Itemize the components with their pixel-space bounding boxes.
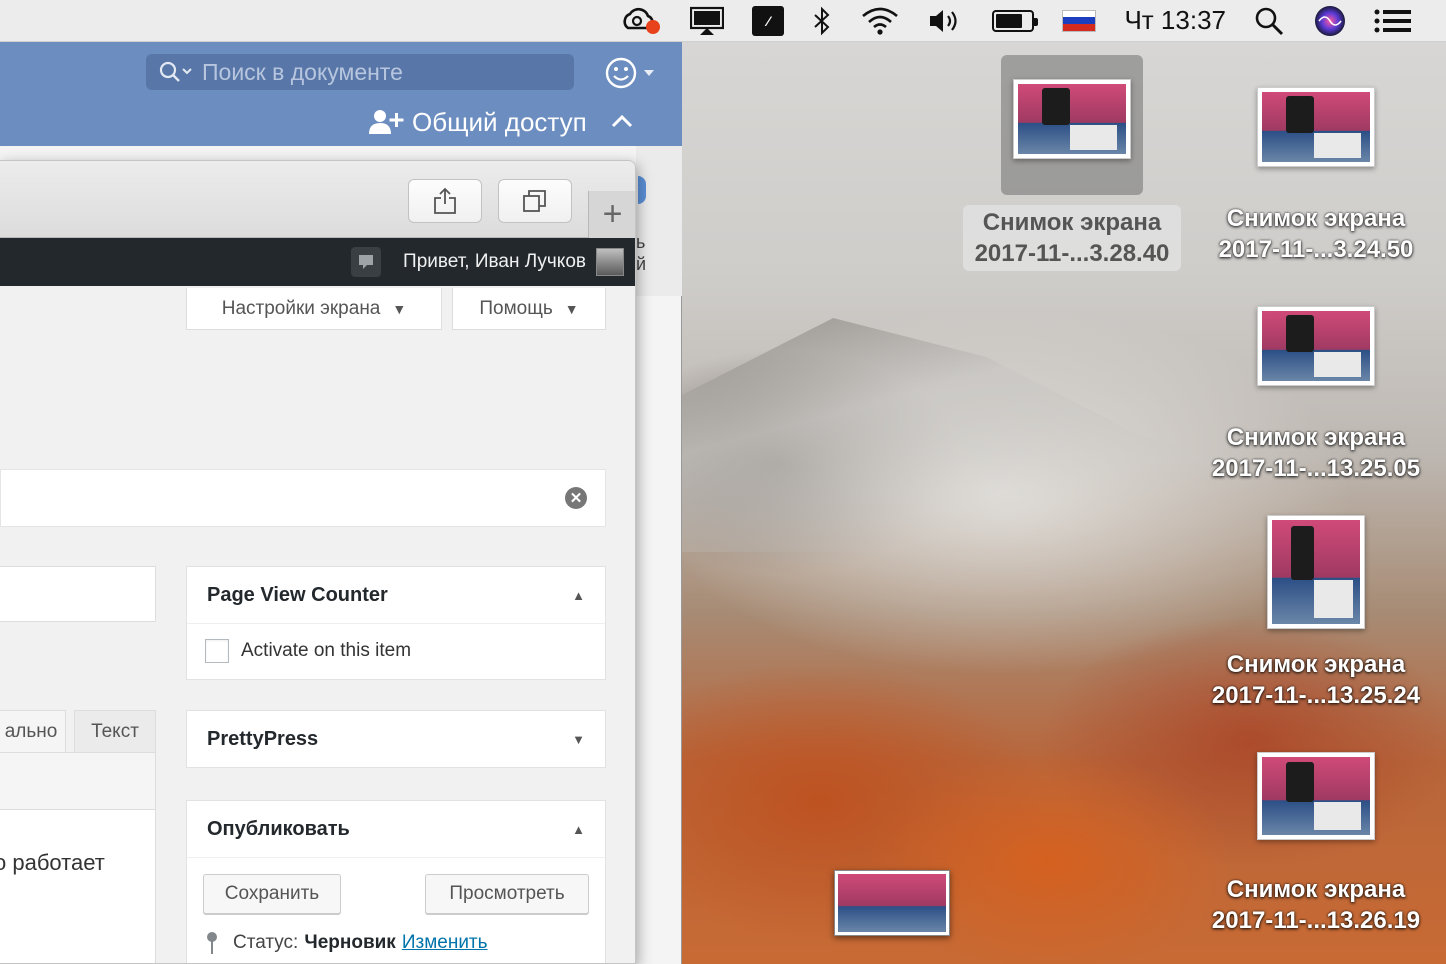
share-icon <box>434 187 456 214</box>
new-tab-button[interactable]: + <box>588 191 635 238</box>
app-icon[interactable]: ⁄ <box>752 0 785 42</box>
status-row: Статус: Черновик Изменить <box>207 932 488 954</box>
desktop-file-icon[interactable]: Снимок экрана 2017-11-...13.26.19 <box>1196 752 1436 936</box>
comments-icon[interactable] <box>351 247 382 277</box>
pages-toolbar: Поиск в документе Общий доступ <box>0 42 682 146</box>
file-label: Снимок экрана 2017-11-...13.25.05 <box>1211 424 1421 482</box>
file-thumbnail <box>1257 87 1375 167</box>
spotlight-icon[interactable] <box>1254 0 1286 42</box>
menu-bar: ⁄ Чт 13:37 <box>0 0 1446 42</box>
page-view-counter-box: Page View Counter ▲ Activate on this ite… <box>186 566 606 680</box>
tabs-overview-icon <box>523 190 546 212</box>
editor-tabs: ально Текст <box>0 710 156 752</box>
chevron-up-icon[interactable] <box>611 111 633 134</box>
screen-options-button[interactable]: Настройки экрана ▼ <box>186 288 442 330</box>
share-label: Общий доступ <box>412 106 587 137</box>
postbox-header[interactable]: Page View Counter ▲ <box>187 567 605 623</box>
file-selection-highlight <box>1001 55 1143 195</box>
share-button[interactable]: Общий доступ <box>368 104 633 140</box>
checkbox-label: Activate on this item <box>241 640 412 661</box>
preview-button[interactable]: Просмотреть <box>425 874 589 914</box>
avatar[interactable] <box>596 248 624 276</box>
permalink-box[interactable] <box>0 566 156 622</box>
file-label: Снимок экрана 2017-11-...3.28.40 <box>962 205 1182 271</box>
editor-content-text: о работает <box>0 850 105 875</box>
collapse-triangle-icon[interactable]: ▲ <box>572 588 585 603</box>
file-thumbnail <box>1267 515 1365 629</box>
status-edit-link[interactable]: Изменить <box>402 932 488 954</box>
dragging-screenshot-thumbnail[interactable] <box>834 870 950 936</box>
desktop-file-icon[interactable]: Снимок экрана 2017-11-...3.28.40 <box>952 55 1192 271</box>
prettypress-box: PrettyPress ▼ <box>186 710 606 768</box>
partial-text: ь <box>636 232 646 252</box>
postbox-header[interactable]: PrettyPress ▼ <box>187 711 605 767</box>
plus-icon: + <box>602 195 623 233</box>
postbox-title: PrettyPress <box>207 727 319 750</box>
save-draft-button[interactable]: Сохранить <box>203 874 341 914</box>
menu-bar-clock[interactable]: Чт 13:37 <box>1124 0 1226 42</box>
postbox-title: Page View Counter <box>207 583 388 606</box>
safari-window: + Привет, Иван Лучков Настройки экрана ▼… <box>0 160 636 964</box>
desktop-file-icon[interactable]: Снимок экрана 2017-11-...3.24.50 <box>1196 87 1436 265</box>
file-label: Снимок экрана 2017-11-...13.26.19 <box>1211 876 1421 934</box>
feedback-smiley-button[interactable] <box>604 56 668 90</box>
postbox-header[interactable]: Опубликовать ▲ <box>187 801 605 857</box>
display-icon[interactable] <box>690 0 725 42</box>
publish-box: Опубликовать ▲ Сохранить Просмотреть Ста… <box>186 800 606 963</box>
siri-icon[interactable] <box>1314 0 1346 42</box>
notification-center-icon[interactable] <box>1374 0 1412 42</box>
wp-admin-bar: Привет, Иван Лучков <box>0 238 635 286</box>
expand-triangle-icon[interactable]: ▼ <box>572 732 585 747</box>
smiley-icon <box>605 57 654 89</box>
russian-flag-icon[interactable] <box>1062 0 1097 42</box>
tab-visual-label: ально <box>4 720 58 742</box>
activate-checkbox[interactable] <box>205 639 229 663</box>
file-thumbnail <box>1257 752 1375 840</box>
tab-visual[interactable]: ально <box>0 710 66 752</box>
triangle-down-icon: ▼ <box>564 300 579 317</box>
desktop-file-icon[interactable]: Снимок экрана 2017-11-...13.25.05 <box>1196 306 1436 484</box>
file-label: Снимок экрана 2017-11-...13.25.24 <box>1211 651 1421 709</box>
editor-toolbar <box>0 752 156 810</box>
user-greeting[interactable]: Привет, Иван Лучков <box>403 251 586 273</box>
triangle-down-icon: ▼ <box>392 300 407 317</box>
tab-text-label: Текст <box>91 720 139 742</box>
wifi-icon[interactable] <box>860 0 900 42</box>
document-search-field[interactable]: Поиск в документе <box>146 54 574 90</box>
share-sheet-button[interactable] <box>408 179 482 223</box>
file-thumbnail <box>1013 79 1131 159</box>
status-label: Статус: <box>233 932 299 953</box>
add-person-icon <box>369 110 404 134</box>
editor-content-area[interactable]: о работает <box>0 810 156 963</box>
file-label: Снимок экрана 2017-11-...3.24.50 <box>1218 205 1414 263</box>
desktop-file-icon[interactable]: Снимок экрана 2017-11-...13.25.24 <box>1196 515 1436 711</box>
show-all-tabs-button[interactable] <box>498 179 572 223</box>
help-label: Помощь <box>479 297 553 319</box>
battery-icon[interactable] <box>992 0 1039 42</box>
safari-toolbar: + <box>0 161 635 238</box>
save-label: Сохранить <box>224 883 320 904</box>
file-thumbnail <box>1257 306 1375 386</box>
wp-editor-body: Настройки экрана ▼ Помощь ▼ ✕ ально Текс… <box>0 286 635 963</box>
pages-sidebar-partial: ь й <box>636 146 682 296</box>
status-value: Черновик <box>304 932 396 953</box>
collapse-triangle-icon[interactable]: ▲ <box>572 822 585 837</box>
search-icon <box>159 61 192 82</box>
search-placeholder: Поиск в документе <box>202 58 403 85</box>
blue-indicator-icon <box>638 176 646 204</box>
postbox-title: Опубликовать <box>207 817 350 840</box>
activate-checkbox-row[interactable]: Activate on this item <box>205 624 587 678</box>
pin-icon <box>207 932 217 954</box>
tab-text[interactable]: Текст <box>74 710 156 752</box>
clear-input-icon[interactable]: ✕ <box>565 487 587 509</box>
preview-label: Просмотреть <box>449 883 565 904</box>
partial-text: й <box>636 254 647 274</box>
help-button[interactable]: Помощь ▼ <box>452 288 606 330</box>
volume-icon[interactable] <box>928 0 964 42</box>
post-title-input[interactable]: ✕ <box>0 469 606 527</box>
bluetooth-icon[interactable] <box>812 0 832 42</box>
screen-options-label: Настройки экрана <box>221 297 381 319</box>
creative-cloud-icon[interactable] <box>620 0 662 42</box>
